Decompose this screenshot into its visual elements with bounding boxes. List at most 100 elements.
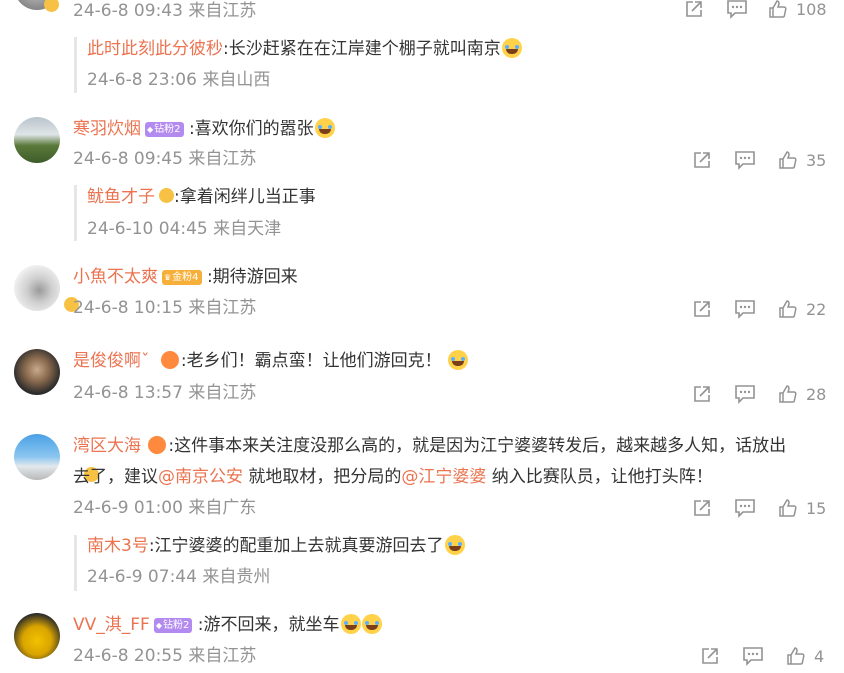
share-icon: [686, 1, 702, 17]
surprised-emoji-icon: [444, 535, 465, 555]
mention-link[interactable]: @江宁婆婆: [401, 467, 486, 487]
like-icon: [779, 499, 797, 517]
share-button[interactable]: [684, 0, 704, 19]
share-icon: [694, 301, 710, 317]
comment-button[interactable]: [726, 0, 748, 19]
like-icon: [779, 385, 797, 403]
comment-text: 纳入比赛队员，让他打头阵！: [486, 467, 713, 487]
reply-text: :拿着闲绊儿当正事: [174, 187, 316, 207]
comment-content: 是俊俊啊ˇ :老乡们！霸点蛮！让他们游回克！: [73, 349, 468, 373]
like-button[interactable]: 22: [778, 299, 826, 319]
share-icon: [694, 386, 710, 402]
comment-button[interactable]: [734, 498, 756, 518]
comment-button[interactable]: [734, 299, 756, 319]
reply-content: 此时此刻此分彼秒:长沙赶紧在在江岸建个棚子就叫南京: [87, 37, 522, 61]
comment-text: :老乡们！霸点蛮！让他们游回克！: [180, 351, 442, 371]
comment-text: :游不回来，就坐车: [197, 615, 340, 635]
comment-author[interactable]: VV_淇_FF: [73, 615, 150, 635]
comment-author[interactable]: 小魚不太爽: [73, 267, 158, 287]
reply-divider: [74, 185, 77, 241]
comment-meta: 24-6-8 20:55 来自江苏: [73, 646, 257, 666]
comment-meta: 24-6-8 09:45 来自江苏: [73, 149, 257, 169]
comment-icon: [727, 0, 747, 19]
comment-text: 去了，建议: [73, 467, 158, 487]
crying-laughing-emoji-icon: [340, 614, 361, 634]
reply-author[interactable]: 此时此刻此分彼秒: [87, 39, 223, 59]
vip-crown-icon: [148, 436, 167, 454]
diamond-icon: ◆: [147, 125, 154, 134]
reply-author[interactable]: 鱿鱼才子: [87, 187, 155, 207]
comment-icon: [735, 300, 755, 319]
avatar[interactable]: [14, 349, 60, 395]
avatar[interactable]: [14, 613, 60, 659]
reply-meta: 24-6-10 04:45 来自天津: [87, 219, 282, 239]
comment-icon: [735, 385, 755, 404]
like-button[interactable]: 15: [778, 498, 826, 518]
reply-meta: 24-6-9 07:44 来自贵州: [87, 567, 271, 587]
reply-divider: [74, 37, 77, 93]
fan-badge: ♛ 金粉4: [162, 270, 202, 285]
fan-badge: ◆ 钻粉2: [153, 618, 193, 633]
share-icon: [694, 500, 710, 516]
comment-icon: [743, 647, 763, 666]
like-button[interactable]: 4: [786, 646, 824, 666]
reply-content: 南木3号:江宁婆婆的配重加上去就真要游回去了: [87, 534, 465, 558]
comment-content-line2: 去了，建议@南京公安 就地取材，把分局的@江宁婆婆 纳入比赛队员，让他打头阵！: [73, 465, 713, 489]
comment-author[interactable]: 寒羽炊烟: [73, 119, 141, 139]
reply-author[interactable]: 南木3号: [87, 536, 149, 556]
fan-badge: ◆ 钻粉2: [145, 122, 184, 137]
like-icon: [787, 647, 805, 665]
comment-author[interactable]: 湾区大海: [73, 436, 141, 456]
share-button[interactable]: [692, 498, 712, 518]
like-count: 28: [806, 384, 827, 404]
like-count: 108: [796, 0, 827, 19]
crown-icon: ♛: [164, 273, 172, 282]
like-button[interactable]: 28: [778, 384, 826, 404]
like-icon: [779, 300, 797, 318]
like-button[interactable]: 35: [778, 150, 826, 170]
avatar[interactable]: [14, 117, 60, 163]
comment-icon: [735, 151, 755, 170]
share-icon: [694, 152, 710, 168]
vip-crown-icon: [160, 351, 179, 369]
crying-laughing-emoji-icon: [361, 614, 382, 634]
comment-button[interactable]: [742, 646, 764, 666]
diamond-icon: ◆: [155, 621, 162, 630]
comment-content: 小魚不太爽 ♛ 金粉4 :期待游回来: [73, 265, 298, 289]
like-count: 15: [806, 498, 827, 518]
comment-text: :这件事本来关注度没那么高的，就是因为江宁婆婆转发后，越来越多人知，话放出: [168, 436, 787, 456]
mention-link[interactable]: @南京公安: [158, 467, 243, 487]
crying-laughing-emoji-icon: [447, 350, 468, 370]
comment-text: :喜欢你们的嚣张: [188, 119, 314, 139]
comment-button[interactable]: [734, 384, 756, 404]
reply-divider: [74, 535, 77, 591]
comment-author[interactable]: 是俊俊啊ˇ: [73, 351, 150, 371]
share-icon: [702, 648, 718, 664]
comment-content: 湾区大海 :这件事本来关注度没那么高的，就是因为江宁婆婆转发后，越来越多人知，话…: [73, 434, 786, 458]
like-icon: [779, 151, 797, 169]
avatar[interactable]: [14, 265, 60, 311]
share-button[interactable]: [700, 646, 720, 666]
comment-icon: [735, 499, 755, 518]
like-icon: [769, 0, 787, 18]
share-button[interactable]: [692, 384, 712, 404]
comment-meta: 24-6-8 13:57 来自江苏: [73, 383, 257, 403]
comment-meta: 24-6-8 09:43 来自江苏: [73, 1, 257, 21]
reply-content: 鱿鱼才子 :拿着闲绊儿当正事: [87, 185, 316, 209]
share-button[interactable]: [692, 150, 712, 170]
avatar[interactable]: [14, 434, 60, 480]
like-button[interactable]: 108: [768, 0, 827, 19]
comment-button[interactable]: [734, 150, 756, 170]
like-count: 35: [806, 150, 827, 170]
reply-meta: 24-6-8 23:06 来自山西: [87, 70, 271, 90]
comment-content: 寒羽炊烟 ◆ 钻粉2 :喜欢你们的嚣张: [73, 117, 335, 141]
share-button[interactable]: [692, 299, 712, 319]
like-count: 22: [806, 299, 827, 319]
reply-text: :长沙赶紧在在江岸建个棚子就叫南京: [223, 39, 501, 59]
crying-laughing-emoji-icon: [314, 118, 335, 138]
verified-icon: [44, 0, 59, 12]
comment-content: VV_淇_FF ◆ 钻粉2 :游不回来，就坐车: [73, 613, 382, 637]
comment-meta: 24-6-9 01:00 来自广东: [73, 498, 257, 518]
comment-meta: 24-6-8 10:15 来自江苏: [73, 298, 257, 318]
like-count: 4: [814, 646, 825, 666]
